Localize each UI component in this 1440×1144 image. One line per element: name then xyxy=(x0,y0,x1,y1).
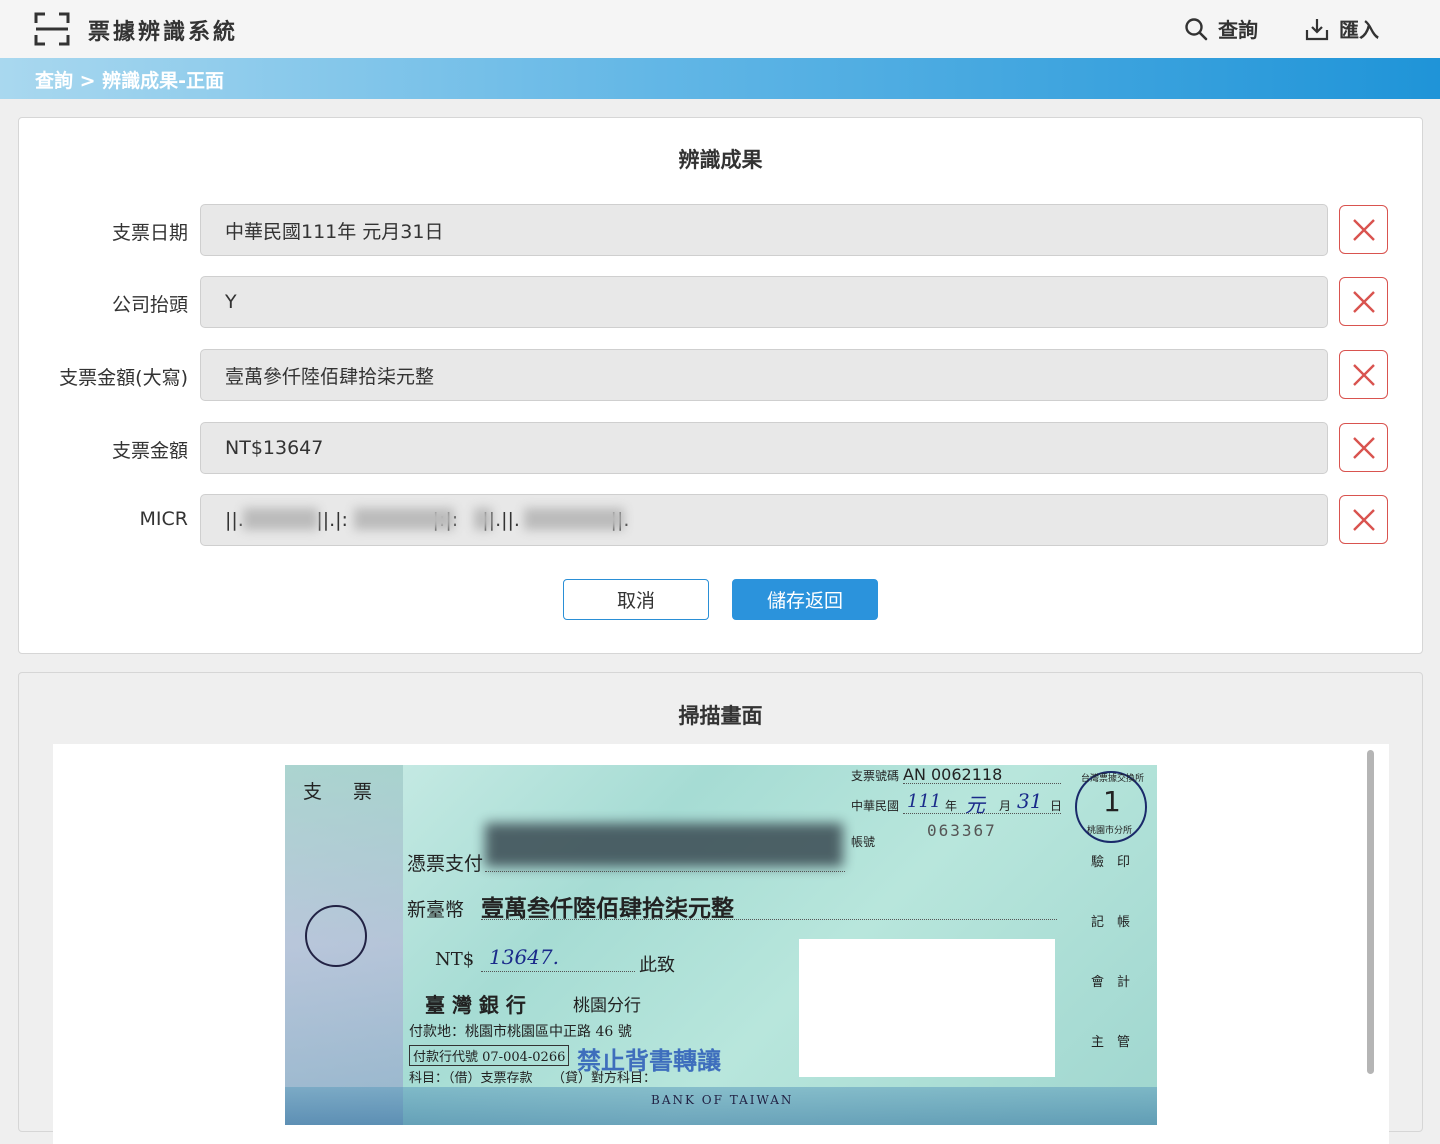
bank-logo-icon xyxy=(305,905,367,967)
cheque-date-day: 31 xyxy=(1017,789,1043,813)
field-label-payee: 公司抬頭 xyxy=(111,294,188,316)
cheque-image: 支 票 支票號碼 AN 0062118 中華民國 111 年 元 月 31 日 … xyxy=(285,765,1157,1125)
result-panel-title: 辨識成果 xyxy=(678,148,763,172)
account-label: 帳號 xyxy=(851,835,876,849)
payee-redaction xyxy=(485,823,843,867)
nav-import-button[interactable]: 匯入 xyxy=(1305,14,1379,43)
bank-english-name: BANK OF TAIWAN xyxy=(651,1093,794,1107)
cancel-button[interactable]: 取消 xyxy=(563,579,709,620)
scan-scrollbar-thumb[interactable] xyxy=(1367,750,1374,1074)
nav-query-label: 查詢 xyxy=(1218,18,1258,42)
clear-payee-button[interactable] xyxy=(1339,277,1388,326)
payee-input[interactable] xyxy=(200,276,1328,328)
field-row-date: 支票日期 xyxy=(19,204,1422,256)
amount-words-label: 新臺幣 xyxy=(407,899,465,921)
cheque-date-prefix: 中華民國 xyxy=(851,799,900,813)
micr-redaction xyxy=(243,508,318,530)
clear-micr-button[interactable] xyxy=(1339,495,1388,544)
field-label-amount: 支票金額 xyxy=(111,440,188,462)
amount-words-input[interactable] xyxy=(200,349,1328,401)
scan-image-viewport[interactable]: 支 票 支票號碼 AN 0062118 中華民國 111 年 元 月 31 日 … xyxy=(53,744,1389,1144)
close-icon xyxy=(1352,218,1375,241)
cheque-no-label: 支票號碼 xyxy=(851,769,900,783)
ci-zhi-text: 此致 xyxy=(639,955,675,976)
breadcrumb-bar: 查詢 > 辨識成果-正面 xyxy=(0,58,1440,99)
no-endorse-stamp: 禁止背書轉讓 xyxy=(577,1047,721,1075)
scan-frame-icon xyxy=(34,12,70,46)
field-row-amount: 支票金額 xyxy=(19,422,1422,474)
breadcrumb: 查詢 > 辨識成果-正面 xyxy=(35,70,225,92)
cheque-header: 支 票 xyxy=(303,781,379,803)
clear-date-button[interactable] xyxy=(1339,205,1388,254)
pay-to-label: 憑票支付 xyxy=(407,853,484,875)
top-bar: 票據辨識系統 查詢 匯入 xyxy=(0,0,1440,58)
stamp-top-text: 台灣票據交換所 xyxy=(1081,774,1145,784)
nav-query-button[interactable]: 查詢 xyxy=(1184,14,1258,43)
field-row-payee: 公司抬頭 xyxy=(19,276,1422,328)
nt-label: NT$ xyxy=(435,949,475,970)
cheque-month-unit: 月 xyxy=(999,799,1012,813)
side-manager: 主 管 xyxy=(1091,1035,1131,1050)
field-label-amount-words: 支票金額(大寫) xyxy=(59,367,188,389)
result-panel: 辨識成果 支票日期 公司抬頭 支票金額(大寫) 支票金額 MICR xyxy=(18,117,1423,654)
side-verify: 驗 印 xyxy=(1091,855,1131,870)
cheque-year-unit: 年 xyxy=(945,799,958,813)
cheque-date-input[interactable] xyxy=(200,204,1328,256)
amount-input[interactable] xyxy=(200,422,1328,474)
close-icon xyxy=(1352,290,1375,313)
branch-name: 桃園分行 xyxy=(573,996,641,1016)
cheque-no: AN 0062118 xyxy=(903,765,1003,784)
pay-place: 付款地：桃園市桃園區中正路 46 號 xyxy=(409,1024,632,1040)
close-icon xyxy=(1352,436,1375,459)
micr-redaction xyxy=(474,508,492,530)
close-icon xyxy=(1352,363,1375,386)
stamp-bottom-text: 桃園市分所 xyxy=(1087,826,1133,836)
bank-name: 臺 灣 銀 行 xyxy=(425,993,526,1017)
cheque-date-year: 111 xyxy=(907,791,942,812)
field-row-amount-words: 支票金額(大寫) xyxy=(19,349,1422,401)
account-no: 063367 xyxy=(927,821,997,840)
micr-redaction xyxy=(524,508,624,530)
side-account: 會 計 xyxy=(1091,975,1131,990)
download-icon xyxy=(1305,18,1329,40)
micr-redaction xyxy=(354,508,454,530)
nt-amount-handwritten: 13647. xyxy=(489,945,559,969)
amount-words-handwritten: 壹萬叁仟陸佰肆拾柒元整 xyxy=(481,895,734,922)
bank-code: 付款行代號 07-004-0266 xyxy=(409,1045,570,1066)
cheque-day-unit: 日 xyxy=(1050,799,1063,813)
stamp-number: 1 xyxy=(1103,785,1121,818)
save-return-button[interactable]: 儲存返回 xyxy=(732,579,878,620)
close-icon xyxy=(1352,508,1375,531)
nav-import-label: 匯入 xyxy=(1339,18,1379,42)
scan-panel-title: 掃描畫面 xyxy=(678,704,763,728)
clear-amount-words-button[interactable] xyxy=(1339,350,1388,399)
signature-redaction xyxy=(799,939,1055,1077)
field-row-micr: MICR xyxy=(19,494,1422,546)
search-icon xyxy=(1185,17,1208,40)
side-book: 記 帳 xyxy=(1091,915,1131,930)
clear-amount-button[interactable] xyxy=(1339,423,1388,472)
app-title: 票據辨識系統 xyxy=(88,20,239,45)
field-label-micr: MICR xyxy=(139,508,188,530)
field-label-date: 支票日期 xyxy=(111,222,188,244)
scan-panel: 掃描畫面 支 票 支票號碼 AN 0062118 中華民國 111 年 元 月 … xyxy=(18,672,1423,1144)
